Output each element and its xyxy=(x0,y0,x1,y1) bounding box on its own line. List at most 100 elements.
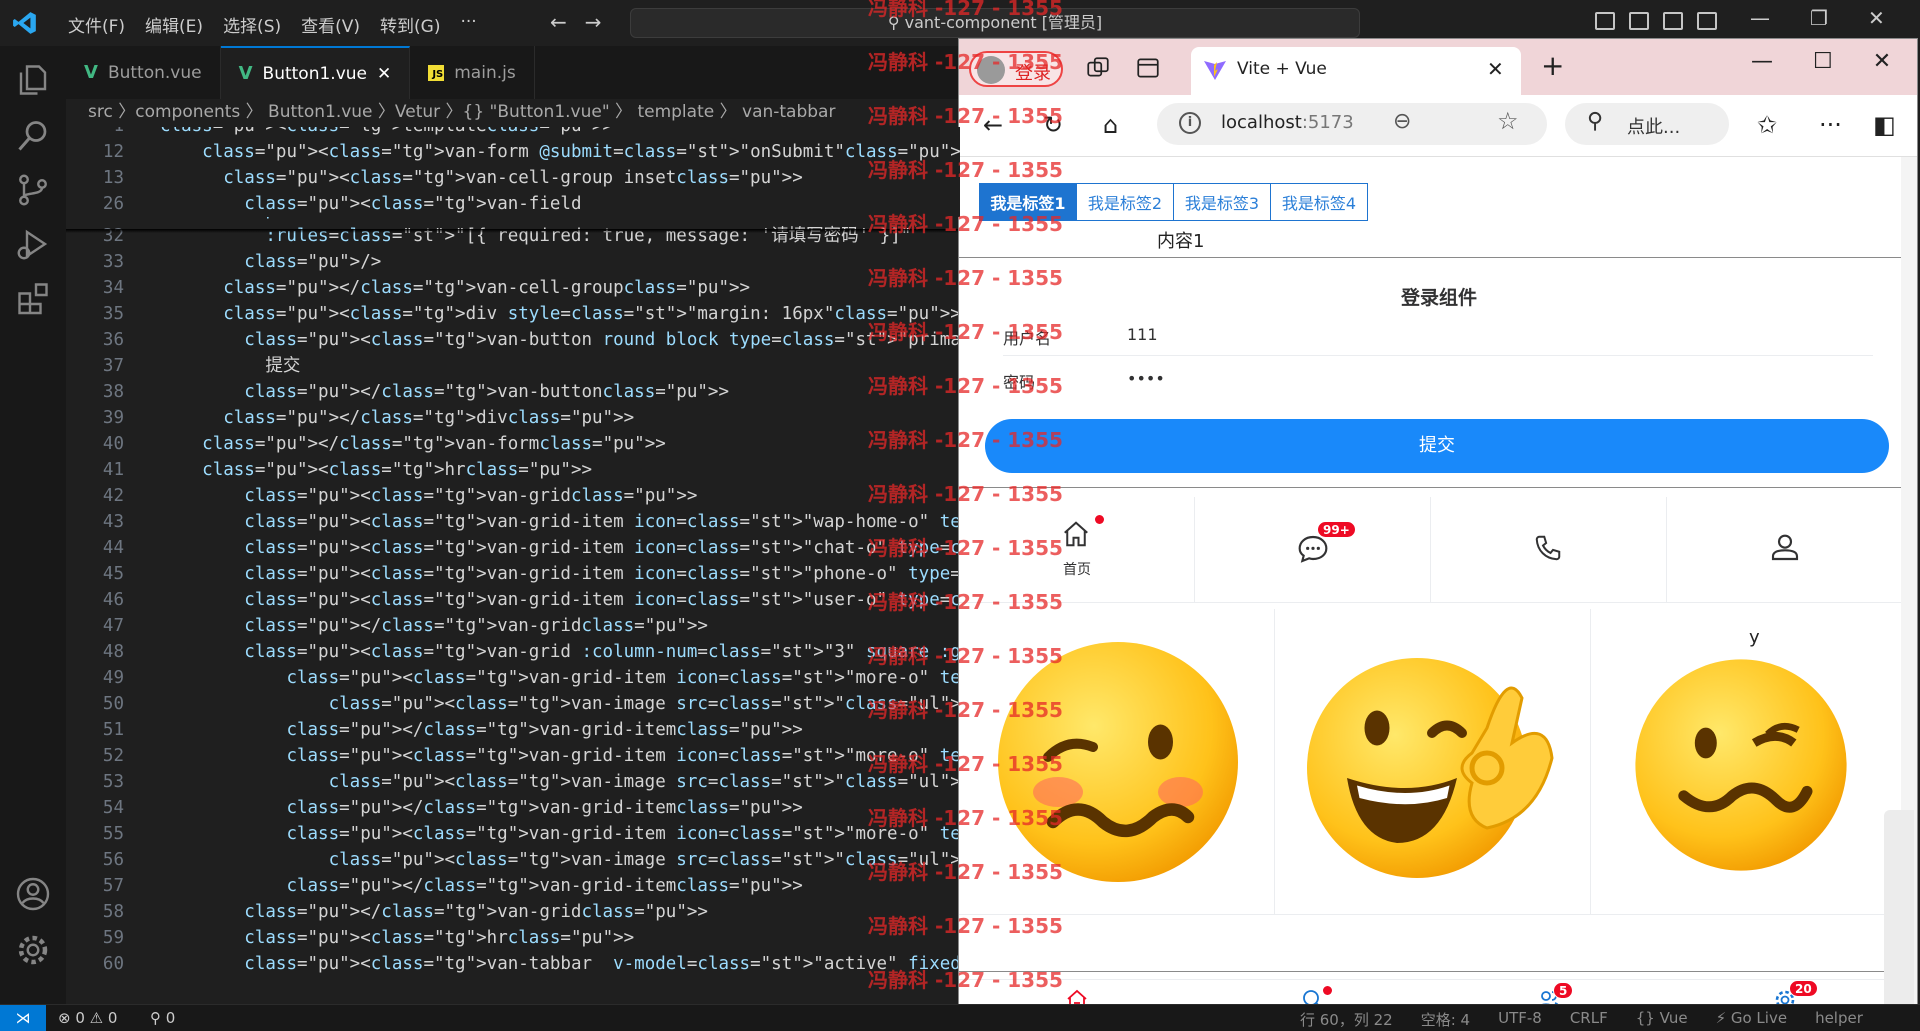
code-line[interactable]: 56 class="pu"><class="tg">van-image src=… xyxy=(66,847,960,873)
code-line[interactable]: 49 class="pu"><class="tg">van-grid-item … xyxy=(66,665,960,691)
code-line[interactable]: 36 class="pu"><class="tg">van-button rou… xyxy=(66,327,960,353)
tab-main-js[interactable]: JS main.js xyxy=(410,46,535,99)
workspaces-icon[interactable] xyxy=(1085,55,1111,81)
code-line[interactable]: 57 class="pu"></class="tg">van-grid-item… xyxy=(66,873,960,899)
code-line[interactable]: 51 class="pu"></class="tg">van-grid-item… xyxy=(66,717,960,743)
browser-tab-active[interactable]: Vite + Vue ✕ xyxy=(1191,47,1521,95)
minimize-icon[interactable]: — xyxy=(1750,6,1770,30)
accounts-icon[interactable] xyxy=(15,876,51,912)
menu-selection[interactable]: 选择(S) xyxy=(213,12,291,37)
menu-more[interactable]: ··· xyxy=(450,12,486,37)
zoom-icon[interactable]: ⊖ xyxy=(1393,109,1411,134)
source-control-icon[interactable] xyxy=(15,172,51,208)
edge-side-panel[interactable] xyxy=(1884,810,1914,1010)
ports-indicator[interactable]: ⚲ 0 xyxy=(150,1009,175,1027)
code-line[interactable]: 48 class="pu"><class="tg">van-grid :colu… xyxy=(66,639,960,665)
code-line[interactable]: 47 class="pu"></class="tg">van-gridclass… xyxy=(66,613,960,639)
favorites-icon[interactable]: ✩ xyxy=(1757,111,1777,139)
tab-label-2[interactable]: 我是标签2 xyxy=(1076,183,1174,221)
code-line[interactable]: 32 :rules=class="st">"[{ required: true,… xyxy=(66,223,960,249)
restore-icon[interactable]: ❐ xyxy=(1810,6,1828,30)
code-line[interactable]: 50 class="pu"><class="tg">van-image src=… xyxy=(66,691,960,717)
menu-view[interactable]: 查看(V) xyxy=(291,12,370,37)
grid-item-user[interactable] xyxy=(1667,497,1903,603)
breadcrumb[interactable]: src 〉components 〉 Button1.vue 〉Vetur 〉{}… xyxy=(66,99,960,127)
grid-item-chat[interactable]: 99+ xyxy=(1195,497,1431,603)
code-line[interactable]: 58 class="pu"></class="tg">van-gridclass… xyxy=(66,899,960,925)
line-ending[interactable]: CRLF xyxy=(1570,1009,1608,1030)
code-line[interactable]: 35 class="pu"><class="tg">div style=clas… xyxy=(66,301,960,327)
code-line[interactable]: 13 class="pu"><class="tg">van-cell-group… xyxy=(66,165,960,191)
tab-button1-vue[interactable]: V Button1.vue ✕ xyxy=(220,46,411,99)
go-live-button[interactable]: ⚡ Go Live xyxy=(1716,1009,1788,1030)
sidebar-toggle-icon[interactable]: ◧ xyxy=(1873,111,1896,139)
back-arrow-icon[interactable]: ← xyxy=(550,10,567,34)
home-icon[interactable]: ⌂ xyxy=(1103,111,1118,139)
toggle-sidebar-icon[interactable] xyxy=(1595,12,1615,30)
toggle-secondary-sidebar-icon[interactable] xyxy=(1663,12,1683,30)
address-bar[interactable]: i localhost:5173 ⊖ ☆ xyxy=(1157,103,1547,145)
code-line[interactable]: 37 提交 xyxy=(66,353,960,379)
new-tab-icon[interactable]: + xyxy=(1541,49,1564,82)
code-line[interactable]: 59 class="pu"><class="tg">hrclass="pu">> xyxy=(66,925,960,951)
helper-item[interactable]: helper xyxy=(1815,1009,1863,1030)
indentation[interactable]: 空格: 4 xyxy=(1421,1009,1470,1030)
search-icon[interactable] xyxy=(15,118,51,154)
password-field[interactable]: •••• xyxy=(1127,369,1165,388)
code-line[interactable]: 33 class="pu">/> xyxy=(66,249,960,275)
code-line[interactable]: 53 class="pu"><class="tg">van-image src=… xyxy=(66,769,960,795)
remote-icon[interactable]: ⋊ xyxy=(0,1005,46,1031)
submit-button[interactable]: 提交 xyxy=(985,419,1889,473)
language-mode[interactable]: {} Vue xyxy=(1636,1009,1688,1030)
tab-label-4[interactable]: 我是标签4 xyxy=(1270,183,1368,221)
code-line[interactable]: 1 class="pu"><class="tg">templateclass="p… xyxy=(66,127,960,139)
more-menu-icon[interactable]: ··· xyxy=(1819,111,1842,139)
code-line[interactable]: 43 class="pu"><class="tg">van-grid-item … xyxy=(66,509,960,535)
favorite-star-icon[interactable]: ☆ xyxy=(1497,107,1519,135)
cursor-position[interactable]: 行 60，列 22 xyxy=(1300,1009,1393,1030)
close-icon[interactable]: ✕ xyxy=(377,64,391,84)
code-line[interactable]: 55 class="pu"><class="tg">van-grid-item … xyxy=(66,821,960,847)
info-icon[interactable]: i xyxy=(1179,112,1201,134)
code-line[interactable]: 38 class="pu"></class="tg">van-buttoncla… xyxy=(66,379,960,405)
tab-label-3[interactable]: 我是标签3 xyxy=(1173,183,1271,221)
close-icon[interactable]: ✕ xyxy=(1873,49,1891,74)
toggle-panel-icon[interactable] xyxy=(1629,12,1649,30)
code-line[interactable]: 60 class="pu"><class="tg">van-tabbar v-m… xyxy=(66,951,960,977)
customize-layout-icon[interactable] xyxy=(1697,12,1717,30)
close-icon[interactable]: ✕ xyxy=(1868,6,1885,30)
search-box[interactable]: ⚲ 点此... xyxy=(1565,103,1729,145)
grid-item-phone[interactable] xyxy=(1431,497,1667,603)
code-line[interactable]: 12 class="pu"><class="tg">van-form @subm… xyxy=(66,139,960,165)
tab-actions-icon[interactable] xyxy=(1135,55,1161,81)
encoding[interactable]: UTF-8 xyxy=(1498,1009,1542,1030)
gear-icon[interactable] xyxy=(15,932,51,968)
menu-file[interactable]: 文件(F) xyxy=(58,12,135,37)
code-line[interactable]: 46 class="pu"><class="tg">van-grid-item … xyxy=(66,587,960,613)
grid-image-03[interactable] xyxy=(1591,609,1907,915)
code-line[interactable]: 34 class="pu"></class="tg">van-cell-grou… xyxy=(66,275,960,301)
extensions-icon[interactable] xyxy=(15,280,51,316)
run-debug-icon[interactable] xyxy=(15,226,51,262)
code-line[interactable]: 39 class="pu"></class="tg">divclass="pu"… xyxy=(66,405,960,431)
code-line[interactable]: 40 class="pu"></class="tg">van-formclass… xyxy=(66,431,960,457)
code-line[interactable]: 45 class="pu"><class="tg">van-grid-item … xyxy=(66,561,960,587)
problems-indicator[interactable]: ⊗ 0 ⚠ 0 xyxy=(58,1009,117,1027)
code-line[interactable]: 42 class="pu"><class="tg">van-gridclass=… xyxy=(66,483,960,509)
explorer-icon[interactable] xyxy=(15,62,51,98)
code-line[interactable]: 54 class="pu"></class="tg">van-grid-item… xyxy=(66,795,960,821)
close-tab-icon[interactable]: ✕ xyxy=(1487,57,1504,81)
menu-go[interactable]: 转到(G) xyxy=(370,12,450,37)
grid-image-02[interactable] xyxy=(1275,609,1591,915)
tab-button-vue[interactable]: V Button.vue xyxy=(66,46,221,99)
menu-edit[interactable]: 编辑(E) xyxy=(135,12,213,37)
minimize-icon[interactable]: — xyxy=(1751,49,1773,74)
username-field[interactable]: 111 xyxy=(1127,325,1158,344)
forward-arrow-icon[interactable]: → xyxy=(585,10,602,34)
code-line[interactable]: 52 class="pu"><class="tg">van-grid-item … xyxy=(66,743,960,769)
code-line[interactable]: 26 class="pu"><class="tg">van-field xyxy=(66,191,960,217)
maximize-icon[interactable]: ☐ xyxy=(1813,49,1833,74)
code-line[interactable]: 41 class="pu"><class="tg">hrclass="pu">> xyxy=(66,457,960,483)
code-editor[interactable]: 1 class="pu"><class="tg">templateclass="p… xyxy=(66,127,960,1004)
code-line[interactable]: 44 class="pu"><class="tg">van-grid-item … xyxy=(66,535,960,561)
